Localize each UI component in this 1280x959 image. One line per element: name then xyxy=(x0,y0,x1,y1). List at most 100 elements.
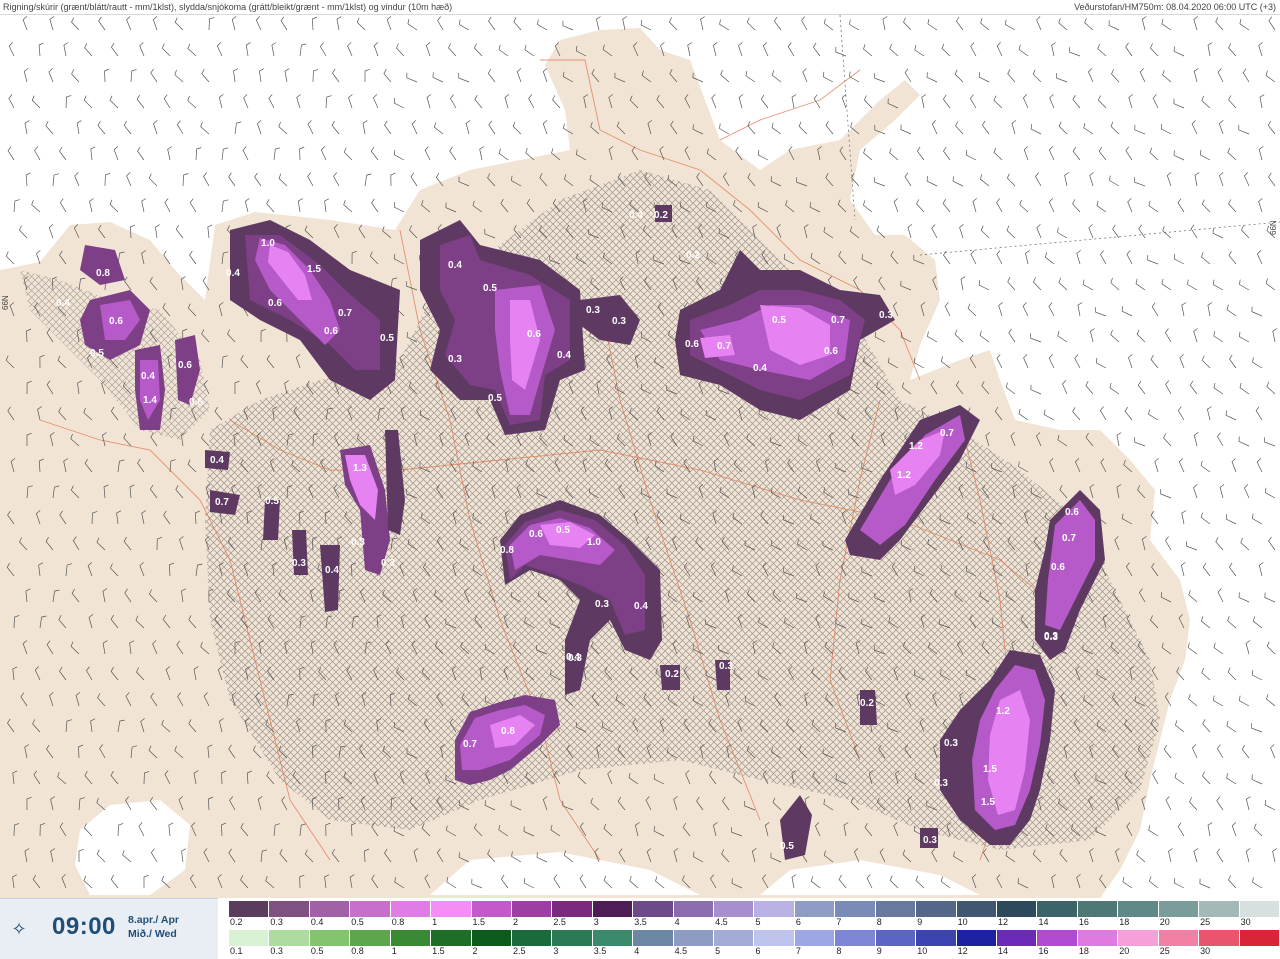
scale-label: 9 xyxy=(876,946,882,956)
precip-value-label: 1.2 xyxy=(996,706,1010,717)
precip-value-label: 1.4 xyxy=(143,395,157,406)
forecast-date: 8.apr./ Apr Mið./ Wed xyxy=(128,913,179,941)
scale-swatch xyxy=(794,901,836,917)
map-canvas[interactable]: 66N 66N 1.00.40.40.80.61.50.70.60.50.60.… xyxy=(0,15,1280,898)
scale-label: 0.5 xyxy=(351,917,364,927)
precip-value-label: 0.3 xyxy=(612,316,626,327)
precip-value-label: 0.7 xyxy=(463,739,477,750)
precip-value-label: 0.3 xyxy=(351,537,365,548)
precip-value-label: 0.6 xyxy=(824,346,838,357)
precip-value-label: 0.5 xyxy=(380,333,394,344)
precip-value-label: 0.3 xyxy=(944,738,958,749)
scale-swatch xyxy=(592,901,634,917)
scale-swatch xyxy=(390,930,432,946)
scale-swatch xyxy=(269,930,310,946)
precip-value-label: 0.4 xyxy=(753,363,767,374)
scale-swatch xyxy=(835,930,876,946)
precip-value-label: 0.7 xyxy=(831,315,845,326)
precip-value-label: 0.7 xyxy=(940,428,954,439)
scale-label: 30 xyxy=(1200,946,1211,956)
scale-label: 0.8 xyxy=(391,917,405,927)
precip-value-label: 0.3 xyxy=(719,661,733,672)
precip-value-label: 1.0 xyxy=(261,238,275,249)
scale-swatch xyxy=(714,930,755,946)
scale-swatch xyxy=(592,930,634,946)
scale-swatch xyxy=(269,901,310,917)
precip-value-label: 0.3 xyxy=(586,305,600,316)
scale-label: 0.1 xyxy=(230,946,243,956)
precip-value-label: 1.2 xyxy=(897,470,911,481)
compass-icon[interactable]: ✧ xyxy=(9,919,29,939)
scale-label: 9 xyxy=(917,917,923,927)
scale-swatch xyxy=(1037,930,1078,946)
scale-label: 14 xyxy=(1038,917,1049,927)
precip-value-label: 0.5 xyxy=(780,841,794,852)
precip-value-label: 0.6 xyxy=(268,298,282,309)
scale-swatch xyxy=(1077,901,1119,917)
scale-swatch xyxy=(350,930,391,946)
scale-label: 0.5 xyxy=(310,946,324,956)
scale-swatch xyxy=(471,901,512,917)
precip-value-label: 0.5 xyxy=(90,348,104,359)
precip-value-label: 0.6 xyxy=(324,326,338,337)
scale-label: 10 xyxy=(957,917,968,927)
scale-swatch xyxy=(633,901,674,917)
rain-color-scale: 0.1 0.3 0.5 0.8 1 1.5 2 2.5 3 3.5 4 4.5 5 6 7 8 9 10 12 14 1… xyxy=(229,930,1280,957)
scale-swatch xyxy=(794,930,836,946)
precip-value-label: 0.8 xyxy=(96,268,110,279)
precip-value-label: 0.7 xyxy=(1062,533,1076,544)
precip-value-label: 0.6 xyxy=(189,397,203,408)
scale-swatch xyxy=(1118,901,1159,917)
scale-swatch xyxy=(309,930,351,946)
precip-value-label: 1.5 xyxy=(983,764,997,775)
snow-scale-swatches xyxy=(229,901,1280,917)
snow-scale-labels: 0.2 0.3 0.4 0.5 0.8 1 1.5 2 2.5 3 3.5 4 4.5 5 6 7 8 9 10 12… xyxy=(229,917,1280,928)
scale-label: 12 xyxy=(957,946,968,956)
scale-label: 6 xyxy=(755,946,761,956)
scale-label: 4 xyxy=(634,946,640,956)
scale-label: 25 xyxy=(1200,917,1211,927)
precip-value-label: 0.6 xyxy=(529,529,543,540)
weather-map[interactable]: 66N 66N 1.0 0.4 0.4 0.8 0.6 1.5 0.7 0.6 … xyxy=(0,15,1280,898)
precip-value-label: 0.7 xyxy=(338,308,352,319)
scale-swatch xyxy=(875,901,917,917)
precip-value-label: 0.5 xyxy=(265,496,279,507)
scale-label: 2.5 xyxy=(512,946,526,956)
precip-value-label: 0.4 xyxy=(629,210,643,221)
snow-color-scale: 0.2 0.3 0.4 0.5 0.8 1 1.5 2 2.5 3 3.5 4 4.5 5 6 7 8 9 10 12… xyxy=(229,901,1280,928)
scale-swatch xyxy=(1199,930,1240,946)
scale-label: 1.5 xyxy=(432,946,445,956)
scale-swatch xyxy=(997,930,1038,946)
precip-value-label: 0.7 xyxy=(215,497,229,508)
scale-swatch xyxy=(754,930,795,946)
precip-value-label: 0.5 xyxy=(483,283,497,294)
scale-swatch xyxy=(916,930,957,946)
scale-label: 20 xyxy=(1159,917,1170,927)
scale-swatch xyxy=(673,930,715,946)
scale-swatch xyxy=(511,901,553,917)
precip-value-label: 0.4 xyxy=(141,371,155,382)
scale-swatch xyxy=(1158,901,1200,917)
scale-swatch xyxy=(552,901,593,917)
map-source-timestamp: Veðurstofan/HM750m: 08.04.2020 06:00 UTC… xyxy=(1074,2,1276,12)
precip-value-label: 0.4 xyxy=(210,455,224,466)
precip-value-label: 0.4 xyxy=(226,268,240,279)
precip-value-label: 1.5 xyxy=(307,264,321,275)
precip-value-label: 0.6 xyxy=(685,339,699,350)
scale-swatch xyxy=(1077,930,1119,946)
scale-label: 4.5 xyxy=(674,946,688,956)
scale-label: 0.2 xyxy=(230,917,243,927)
scale-label: 5 xyxy=(755,917,761,927)
precip-value-label: 0.3 xyxy=(448,354,462,365)
scale-swatch xyxy=(229,930,270,946)
scale-swatch xyxy=(229,901,270,917)
scale-swatch xyxy=(431,930,472,946)
scale-swatch xyxy=(511,930,553,946)
legend-footer: ✧ 09:00 8.apr./ Apr Mið./ Wed 0.2 0.3 0.4 0… xyxy=(0,898,1280,959)
scale-label: 1 xyxy=(391,946,397,956)
scale-label: 16 xyxy=(1078,917,1089,927)
scale-label: 1 xyxy=(432,917,438,927)
precip-value-label: 0.3 xyxy=(934,778,948,789)
precip-value-label: 0.4 xyxy=(448,260,462,271)
precip-value-label: 1.3 xyxy=(353,463,367,474)
